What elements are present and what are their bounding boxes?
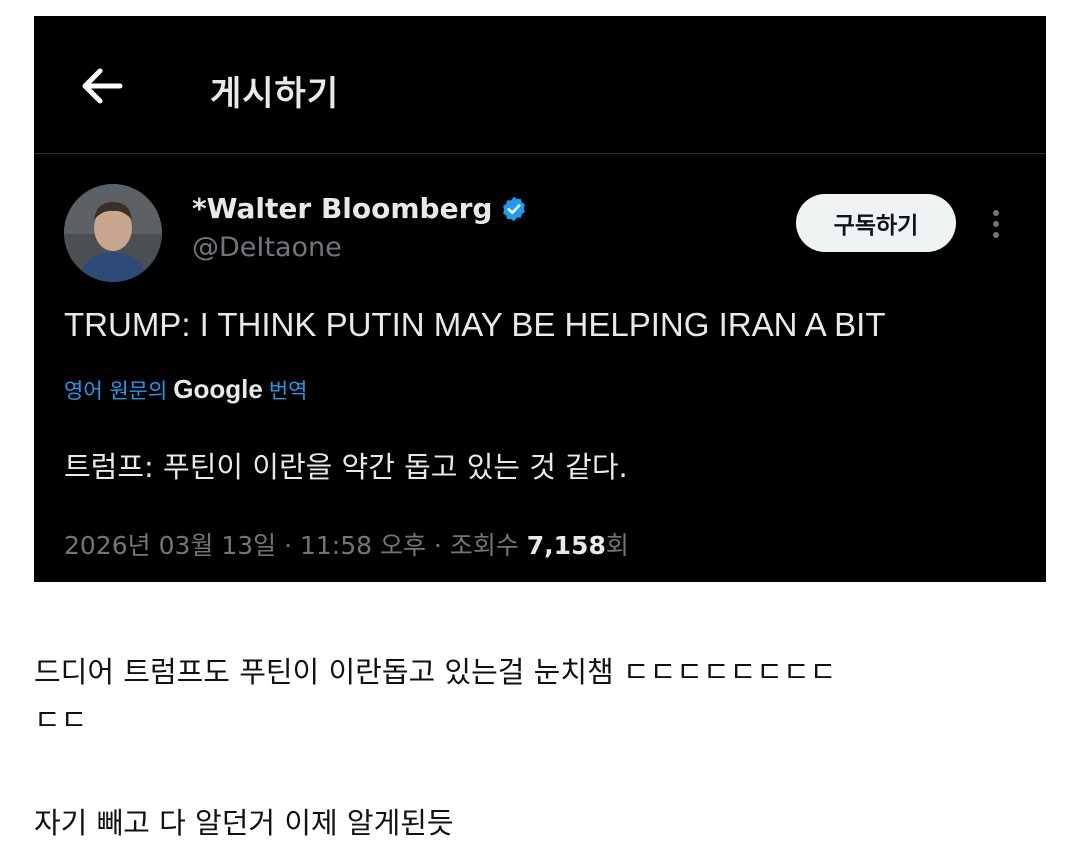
translate-suffix: 번역 (268, 378, 308, 403)
translate-link[interactable]: 영어 원문의 Google 번역 (64, 374, 307, 405)
post-text-line1: 드디어 트럼프도 푸틴이 이란돕고 있는걸 눈치챔 ㄷㄷㄷㄷㄷㄷㄷㄷ ㄷㄷ (34, 655, 837, 737)
verified-badge-icon (503, 196, 526, 221)
translated-text: 트럼프: 푸틴이 이란을 약간 돕고 있는 것 같다. (64, 450, 628, 484)
display-name[interactable]: *Walter Bloomberg (192, 192, 492, 225)
more-options-button[interactable] (982, 202, 1010, 246)
author-handle[interactable]: @DeItaone (192, 232, 342, 263)
view-suffix: 회 (605, 531, 629, 560)
tweet-meta: 2026년 03월 13일 · 11:58 오후 · 조회수 7,158회 (64, 526, 629, 562)
google-logo: Google (173, 374, 263, 404)
view-count: 7,158 (526, 531, 606, 560)
avatar[interactable] (64, 184, 162, 282)
subscribe-button[interactable]: 구독하기 (796, 194, 956, 252)
author-name-row: *Walter Bloomberg (192, 192, 528, 225)
top-bar: 게시하기 (34, 16, 1046, 154)
arrow-left-icon (82, 68, 123, 104)
tweet-screenshot: 게시하기 *Walter Bloomberg @DeItaone 구독하기 TR… (34, 16, 1046, 582)
page-title: 게시하기 (210, 74, 340, 114)
translate-prefix: 영어 원문의 (64, 378, 168, 403)
more-vertical-icon (993, 210, 999, 216)
back-button[interactable] (78, 62, 126, 110)
timestamp[interactable]: 2026년 03월 13일 · 11:58 오후 · 조회수 (64, 531, 527, 560)
post-text-line2: 자기 빼고 다 알던거 이제 알게된듯 (34, 806, 454, 840)
tweet-text: TRUMP: I THINK PUTIN MAY BE HELPING IRAN… (64, 306, 886, 343)
